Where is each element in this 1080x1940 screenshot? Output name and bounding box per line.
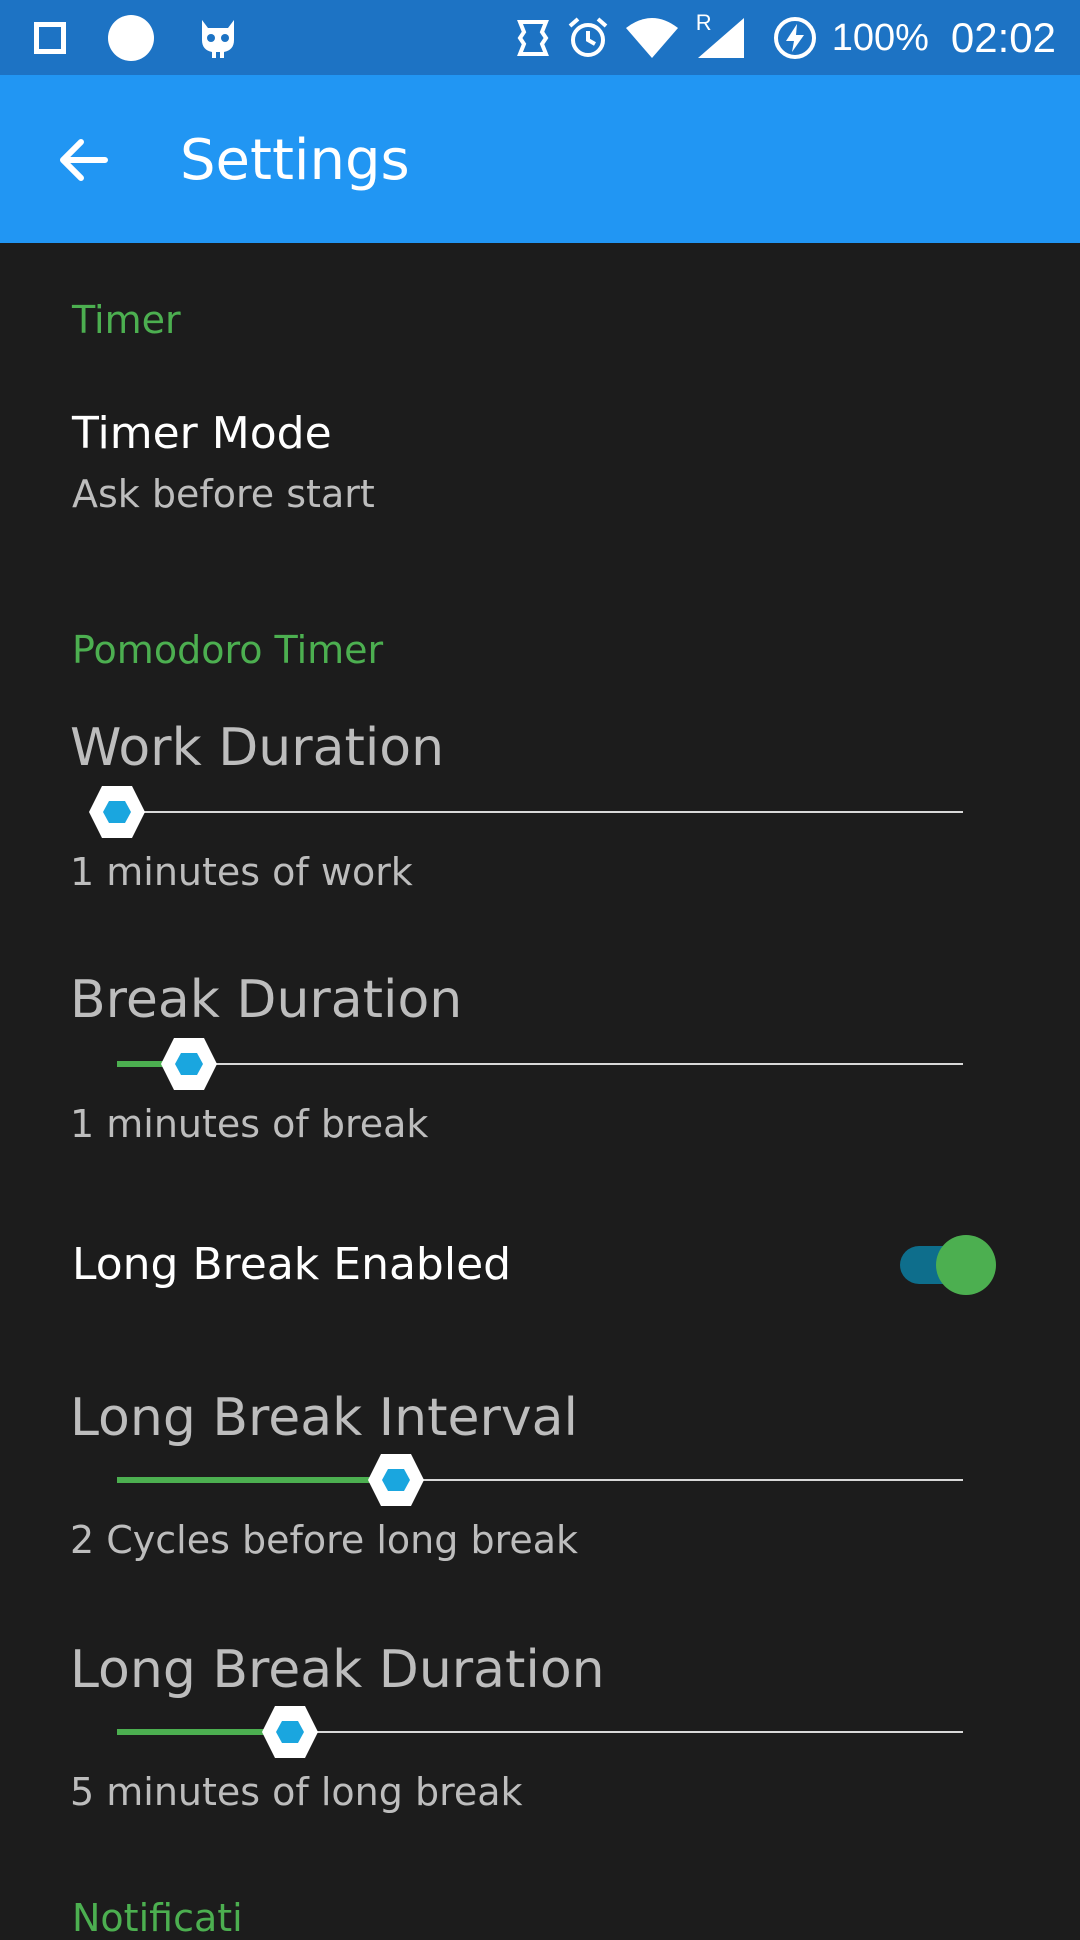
timer-mode-title: Timer Mode bbox=[72, 408, 332, 459]
long-break-interval-title: Long Break Interval bbox=[70, 1388, 578, 1448]
section-header-timer: Timer bbox=[72, 298, 181, 342]
status-bar: R 100% 02:02 bbox=[0, 0, 1080, 75]
section-header-notifications: Notificati bbox=[72, 1896, 243, 1940]
long-break-interval-slider[interactable] bbox=[117, 1450, 963, 1510]
long-break-enabled-title: Long Break Enabled bbox=[72, 1239, 512, 1290]
slider-track bbox=[117, 1063, 963, 1065]
wifi-icon bbox=[625, 18, 678, 58]
break-duration-title: Break Duration bbox=[70, 970, 463, 1030]
app-bar: Settings bbox=[0, 75, 1080, 243]
square-icon bbox=[34, 22, 66, 54]
back-button[interactable] bbox=[48, 125, 118, 195]
signal-indicator: R bbox=[694, 10, 746, 60]
work-duration-slider[interactable] bbox=[89, 782, 963, 842]
nfc-icon bbox=[516, 20, 549, 56]
long-break-duration-slider[interactable] bbox=[117, 1702, 963, 1762]
long-break-interval-summary: 2 Cycles before long break bbox=[70, 1518, 579, 1562]
long-break-duration-title: Long Break Duration bbox=[70, 1640, 605, 1700]
work-duration-title: Work Duration bbox=[70, 718, 445, 778]
battery-percent: 100% bbox=[831, 16, 929, 59]
slider-fill bbox=[117, 1477, 396, 1483]
slider-thumb[interactable] bbox=[260, 1702, 320, 1762]
slider-thumb[interactable] bbox=[159, 1034, 219, 1094]
break-duration-summary: 1 minutes of break bbox=[70, 1102, 429, 1146]
work-duration-summary: 1 minutes of work bbox=[70, 850, 413, 894]
alarm-icon bbox=[568, 17, 608, 57]
long-break-enabled-switch[interactable] bbox=[898, 1232, 998, 1298]
long-break-duration-summary: 5 minutes of long break bbox=[70, 1770, 523, 1814]
clock-time: 02:02 bbox=[950, 14, 1056, 61]
page-title: Settings bbox=[180, 128, 410, 193]
cyanogen-icon bbox=[202, 20, 234, 58]
status-bar-right: R 100% 02:02 bbox=[514, 10, 1056, 62]
battery-charging-icon bbox=[773, 17, 816, 59]
circle-icon bbox=[108, 15, 154, 61]
status-bar-left bbox=[34, 15, 240, 61]
slider-thumb[interactable] bbox=[366, 1450, 426, 1510]
signal-icon bbox=[697, 18, 744, 58]
timer-mode-preference[interactable]: Timer Mode Ask before start bbox=[0, 390, 1080, 540]
break-duration-slider[interactable] bbox=[117, 1034, 963, 1094]
section-header-pomodoro: Pomodoro Timer bbox=[72, 628, 384, 672]
slider-thumb[interactable] bbox=[87, 782, 147, 842]
timer-mode-summary: Ask before start bbox=[72, 472, 375, 516]
slider-track bbox=[117, 811, 963, 813]
arrow-left-icon bbox=[60, 139, 108, 181]
